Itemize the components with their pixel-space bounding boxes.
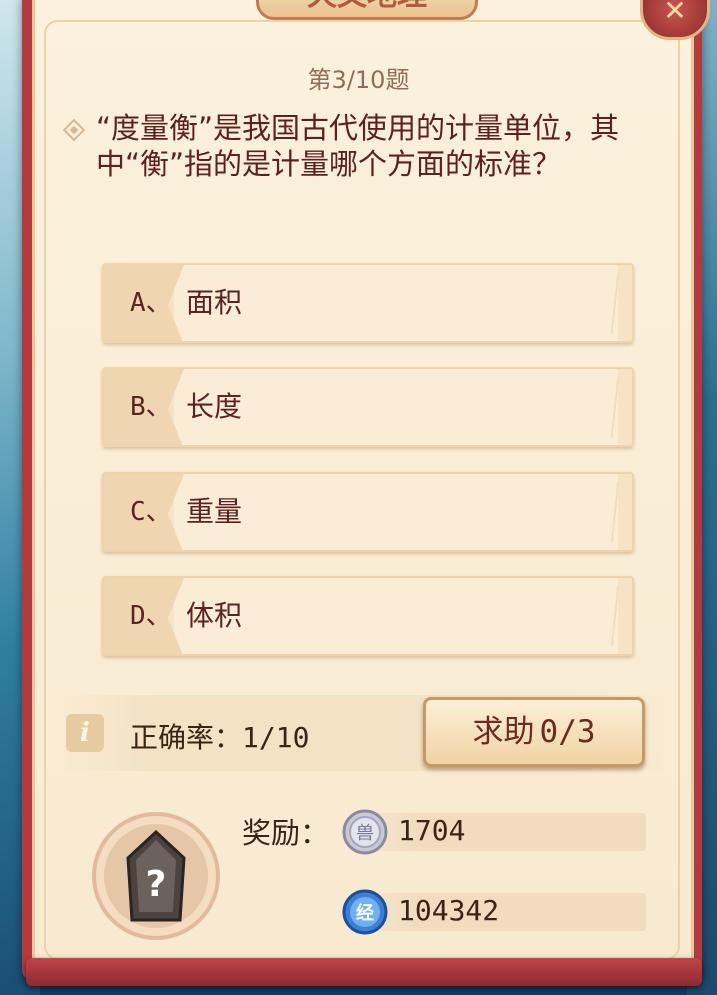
help-label: 求助 — [472, 714, 535, 750]
accuracy-value: 1/10 — [242, 721, 310, 754]
mystery-item-icon[interactable]: ? — [124, 830, 188, 926]
experience-icon: 经 — [342, 889, 388, 935]
title-plaque: 天文地理 — [256, 0, 478, 20]
option-c[interactable]: C、 重量 — [102, 472, 634, 552]
quiz-title: 天文地理 — [307, 0, 427, 13]
reward-experience-value: 104342 — [398, 894, 500, 927]
option-text: 体积 — [186, 599, 243, 632]
accuracy-label: 正确率： — [130, 721, 243, 754]
info-icon[interactable]: i — [66, 714, 104, 752]
option-letter: B、 — [130, 392, 172, 422]
accuracy-display: 正确率：1/10 — [130, 716, 309, 756]
help-count: 0/3 — [539, 714, 596, 750]
silver-coin-icon: 兽 — [342, 809, 388, 855]
option-letter: A、 — [130, 288, 172, 318]
svg-text:?: ? — [146, 864, 167, 905]
option-b[interactable]: B、 长度 — [102, 367, 634, 447]
help-button[interactable]: 求助 0/3 — [423, 697, 645, 767]
option-letter: C、 — [130, 497, 172, 527]
question-progress: 第3/10题 — [307, 66, 410, 94]
scroll-bottom-rod — [26, 958, 702, 986]
option-text: 长度 — [186, 390, 243, 423]
reward-silver-value: 1704 — [398, 814, 466, 847]
option-d[interactable]: D、 体积 — [102, 576, 634, 656]
option-text: 重量 — [186, 495, 243, 528]
svg-text:兽: 兽 — [356, 823, 374, 844]
close-icon: ✕ — [663, 0, 687, 27]
option-a[interactable]: A、 面积 — [102, 263, 634, 343]
reward-label: 奖励： — [242, 816, 330, 850]
option-text: 面积 — [186, 286, 243, 319]
option-letter: D、 — [130, 601, 172, 631]
svg-text:经: 经 — [356, 902, 374, 924]
question-text: “度量衡”是我国古代使用的计量单位，其中“衡”指的是计量哪个方面的标准？ — [96, 111, 620, 181]
